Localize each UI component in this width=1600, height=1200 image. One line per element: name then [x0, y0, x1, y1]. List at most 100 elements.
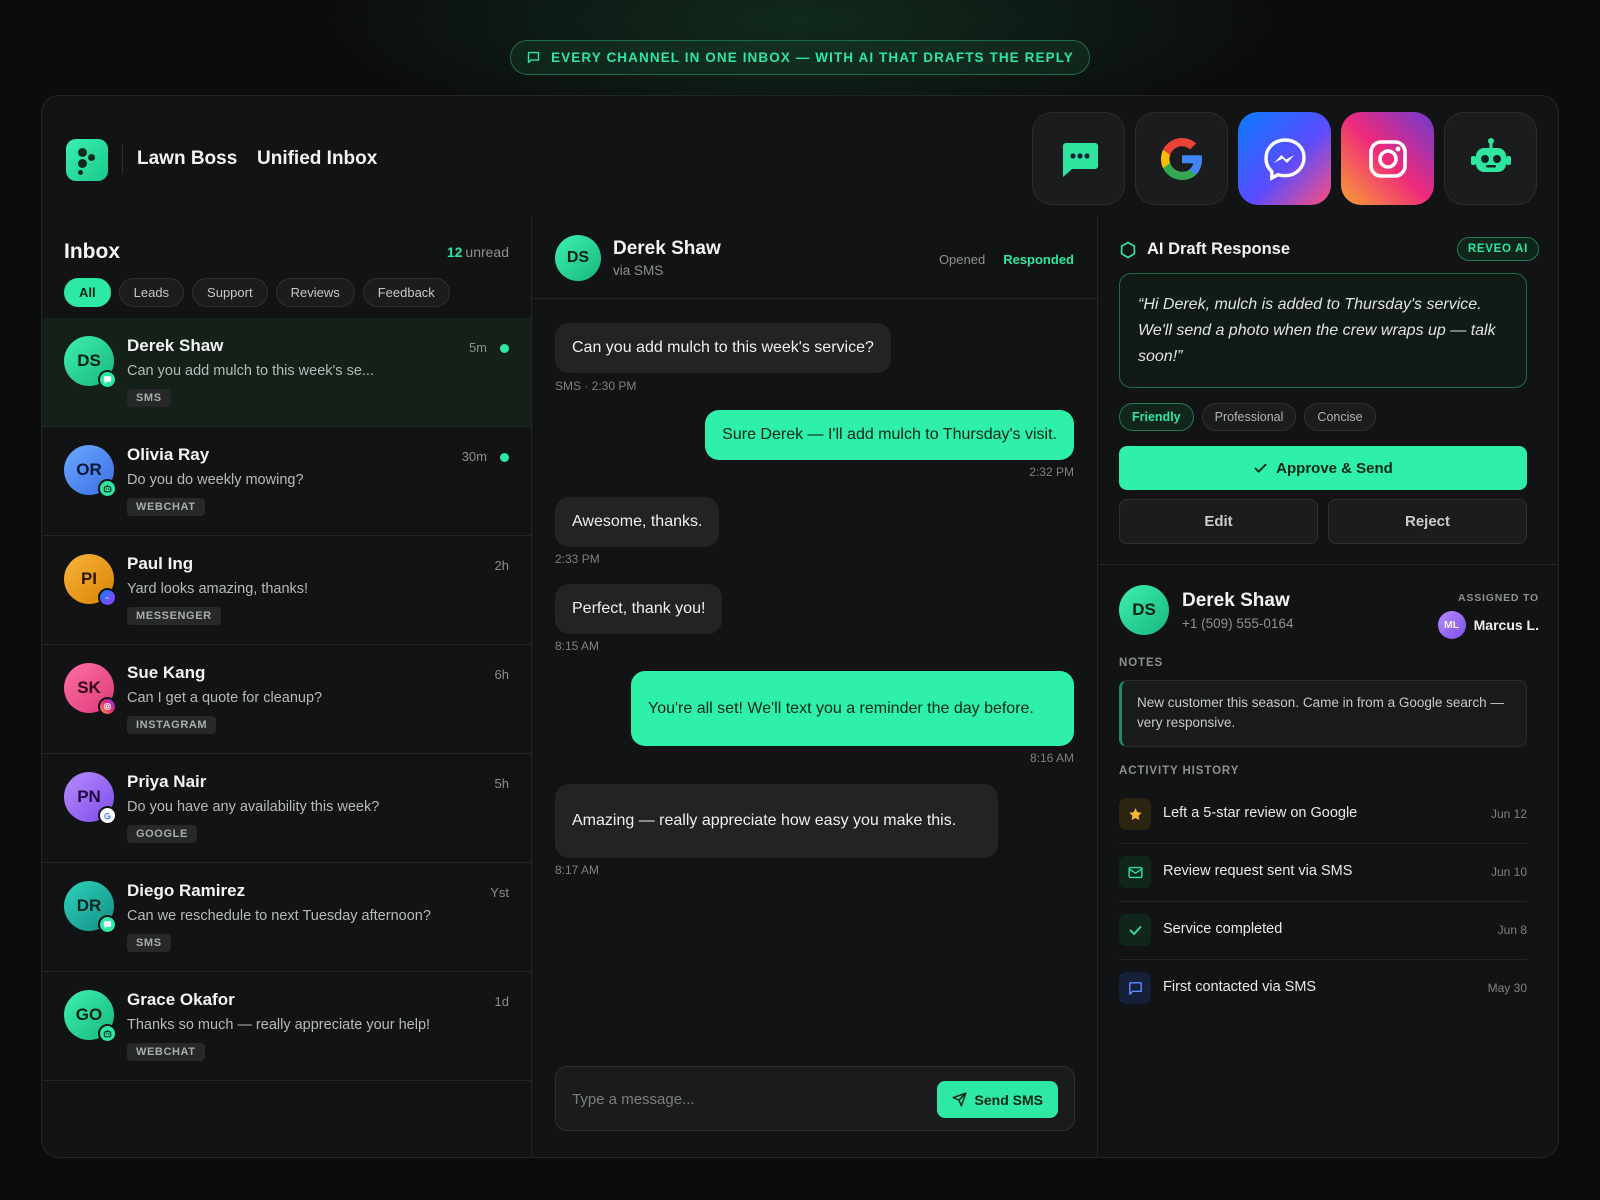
contact-name: Derek Shaw — [1182, 590, 1290, 611]
conversation-item[interactable]: DR Diego Ramirez Yst Can we reschedule t… — [42, 863, 531, 972]
chat-header: DS Derek Shaw via SMS Opened Responded — [532, 216, 1097, 299]
conversation-item[interactable]: PN Priya Nair 5h Do you have any availab… — [42, 754, 531, 863]
details-panel: AI Draft Response REVEO AI “Hi Derek, mu… — [1098, 216, 1558, 1157]
activity-text: Service completed — [1163, 921, 1283, 937]
reject-button[interactable]: Reject — [1328, 499, 1527, 544]
activity-list: Left a 5-star review on Google Jun 12 Re… — [1119, 786, 1527, 1018]
google-badge-icon — [98, 806, 117, 825]
channel-messenger[interactable] — [1238, 112, 1331, 205]
reveo-ai-badge: REVEO AI — [1456, 237, 1539, 261]
message-time: 2:32 PM — [1029, 465, 1074, 479]
filter-reviews[interactable]: Reviews — [275, 278, 355, 307]
messenger-badge-icon — [98, 588, 117, 607]
activity-date: Jun 8 — [1497, 923, 1527, 937]
channel-google[interactable] — [1135, 112, 1228, 205]
page-title: Unified Inbox — [257, 148, 378, 169]
channel-sms[interactable] — [1032, 112, 1125, 205]
instagram-icon — [1368, 139, 1407, 178]
robot-icon — [1470, 137, 1511, 172]
channel-instagram[interactable] — [1341, 112, 1434, 205]
activity-text: First contacted via SMS — [1163, 979, 1317, 995]
instagram-badge-icon — [98, 697, 117, 716]
message-square-icon — [527, 51, 540, 64]
check-icon — [1119, 914, 1151, 946]
contact-name: Olivia Ray — [127, 445, 210, 464]
messenger-icon — [1263, 137, 1306, 181]
send-icon — [952, 1092, 967, 1107]
sms-icon — [1062, 142, 1098, 177]
status-responded: Responded — [1003, 252, 1074, 267]
message-bubble-outgoing: You're all set! We'll text you a reminde… — [631, 671, 1074, 746]
status-opened: Opened — [938, 252, 986, 267]
filter-all[interactable]: All — [64, 278, 111, 307]
assignee[interactable]: ML Marcus L. — [1437, 611, 1539, 639]
activity-date: Jun 10 — [1490, 865, 1527, 879]
filter-tabs: All Leads Support Reviews Feedback — [64, 278, 450, 307]
message-bubble-incoming: Can you add mulch to this week's service… — [555, 323, 891, 373]
contact-name: Grace Okafor — [127, 990, 235, 1009]
filter-leads[interactable]: Leads — [118, 278, 185, 307]
unread-label: unread — [465, 244, 509, 260]
section-divider — [1098, 564, 1558, 565]
ai-draft-text[interactable]: “Hi Derek, mulch is added to Thursday's … — [1119, 273, 1527, 388]
message-composer: Send SMS — [555, 1066, 1075, 1131]
webchat-badge-icon — [98, 479, 117, 498]
unread-count: 12 unread — [447, 244, 509, 260]
message-preview: Do you have any availability this week? — [127, 799, 380, 815]
channel-tag: INSTAGRAM — [127, 716, 217, 734]
webchat-badge-icon — [98, 1024, 117, 1043]
chat-panel: DS Derek Shaw via SMS Opened Responded C… — [532, 216, 1098, 1157]
message-time: 8:17 AM — [555, 863, 600, 877]
top-banner: EVERY CHANNEL IN ONE INBOX — WITH AI THA… — [510, 40, 1090, 75]
tone-professional[interactable]: Professional — [1201, 403, 1297, 431]
sms-badge-icon — [98, 370, 117, 389]
conversation-item[interactable]: PI Paul Ing 2h Yard looks amazing, thank… — [42, 536, 531, 645]
channel-tag: MESSENGER — [127, 607, 221, 625]
activity-item: Service completed Jun 8 — [1119, 902, 1527, 960]
message-time: 8:16 AM — [1029, 751, 1074, 765]
time-ago: 2h — [494, 558, 509, 573]
contact-name: Sue Kang — [127, 663, 206, 682]
approve-send-button[interactable]: Approve & Send — [1119, 446, 1527, 490]
message-status: Opened Responded — [939, 252, 1074, 267]
ai-draft-header: AI Draft Response — [1119, 240, 1290, 259]
message-bubble-incoming: Amazing — really appreciate how easy you… — [555, 784, 998, 858]
message-bubble-incoming: Perfect, thank you! — [555, 584, 723, 634]
channel-icons — [1032, 112, 1537, 205]
conversation-item[interactable]: OR Olivia Ray 30m Do you do weekly mowin… — [42, 427, 531, 536]
conversation-item[interactable]: DS Derek Shaw 5m Can you add mulch to th… — [42, 318, 531, 427]
message-time: SMS · 2:30 PM — [555, 379, 637, 393]
hexagon-icon — [1120, 241, 1136, 258]
assignee-name: Marcus L. — [1473, 617, 1539, 633]
time-ago: 30m — [461, 449, 487, 464]
filter-feedback[interactable]: Feedback — [362, 278, 450, 307]
inbox-panel: Inbox 12 unread All Leads Support Reviews… — [42, 216, 532, 1157]
star-icon — [1119, 798, 1151, 830]
conversation-item[interactable]: SK Sue Kang 6h Can I get a quote for cle… — [42, 645, 531, 754]
contact-name: Derek Shaw — [127, 336, 224, 355]
send-sms-button[interactable]: Send SMS — [936, 1081, 1058, 1118]
time-ago: 1d — [494, 994, 509, 1009]
assigned-to-label: ASSIGNED TO — [1458, 592, 1539, 604]
message-preview: Do you do weekly mowing? — [127, 472, 304, 488]
filter-support[interactable]: Support — [192, 278, 268, 307]
channel-ai-bot[interactable] — [1444, 112, 1537, 205]
time-ago: 5h — [494, 776, 509, 791]
message-input[interactable] — [572, 1087, 912, 1111]
message-time: 2:33 PM — [555, 552, 600, 566]
conversation-item[interactable]: GO Grace Okafor 1d Thanks so much — real… — [42, 972, 531, 1081]
activity-item: First contacted via SMS May 30 — [1119, 960, 1527, 1018]
approve-label: Approve & Send — [1276, 459, 1393, 477]
contact-phone[interactable]: +1 (509) 555-0164 — [1182, 616, 1293, 631]
message-preview: Can we reschedule to next Tuesday aftern… — [127, 908, 431, 924]
tone-friendly[interactable]: Friendly — [1119, 403, 1194, 431]
notes-box[interactable]: New customer this season. Came in from a… — [1119, 680, 1527, 747]
edit-button[interactable]: Edit — [1119, 499, 1318, 544]
chat-contact-name: Derek Shaw — [613, 238, 721, 259]
message-bubble-incoming: Awesome, thanks. — [555, 497, 720, 547]
activity-date: Jun 12 — [1490, 807, 1527, 821]
tone-selector: Friendly Professional Concise — [1119, 403, 1376, 431]
brand-logo[interactable] — [66, 139, 108, 181]
time-ago: 5m — [468, 340, 487, 355]
tone-concise[interactable]: Concise — [1304, 403, 1376, 431]
